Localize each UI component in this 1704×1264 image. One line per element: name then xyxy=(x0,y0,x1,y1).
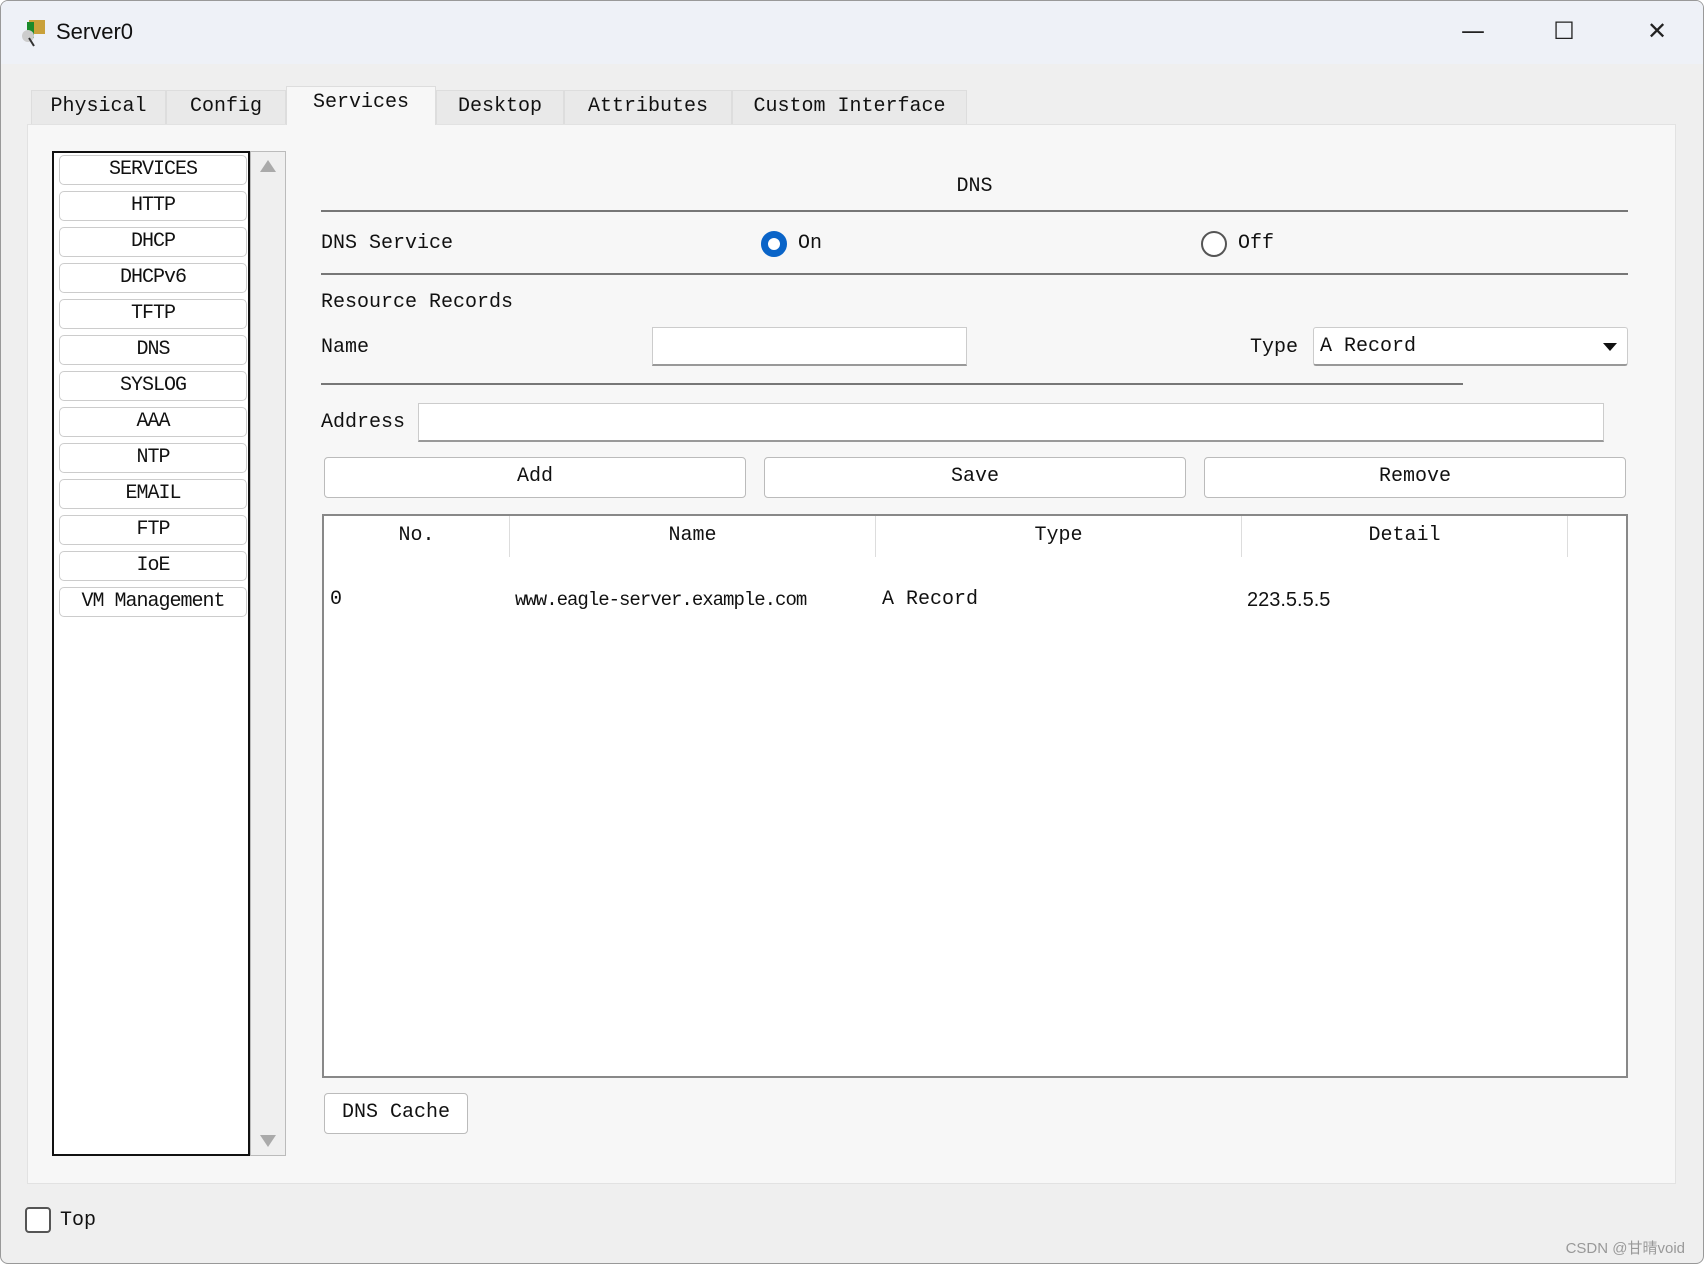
sidebar-item-syslog[interactable]: SYSLOG xyxy=(59,371,247,401)
sidebar-item-aaa[interactable]: AAA xyxy=(59,407,247,437)
sidebar-item-ntp[interactable]: NTP xyxy=(59,443,247,473)
tab-custom-interface[interactable]: Custom Interface xyxy=(732,90,967,124)
name-input[interactable] xyxy=(652,327,967,366)
top-checkbox[interactable] xyxy=(25,1207,51,1233)
sidebar-item-ftp[interactable]: FTP xyxy=(59,515,247,545)
sidebar-item-dhcpv6[interactable]: DHCPv6 xyxy=(59,263,247,293)
title-bar: Server0 — ☐ ✕ xyxy=(1,1,1703,64)
minimize-button[interactable]: — xyxy=(1443,11,1503,51)
sidebar-item-email[interactable]: EMAIL xyxy=(59,479,247,509)
type-label: Type xyxy=(1250,336,1299,359)
maximize-button[interactable]: ☐ xyxy=(1534,11,1594,51)
services-list: SERVICES HTTP DHCP DHCPv6 TFTP DNS SYSLO… xyxy=(52,151,250,1156)
dns-title: DNS xyxy=(956,175,993,198)
type-select[interactable]: A Record xyxy=(1313,327,1628,366)
name-label: Name xyxy=(321,336,370,359)
dns-on-radio[interactable] xyxy=(761,231,787,257)
watermark: CSDN @甘晴void xyxy=(1565,1240,1685,1257)
sidebar-scrollbar[interactable] xyxy=(250,151,286,1156)
close-button[interactable]: ✕ xyxy=(1627,11,1687,51)
sidebar-item-services[interactable]: SERVICES xyxy=(59,155,247,185)
sidebar-item-dns[interactable]: DNS xyxy=(59,335,247,365)
top-label: Top xyxy=(60,1209,97,1232)
server-app-icon xyxy=(22,20,45,47)
scroll-up-arrow-icon[interactable] xyxy=(260,160,276,172)
save-button[interactable]: Save xyxy=(764,457,1186,498)
type-select-value: A Record xyxy=(1320,335,1417,358)
divider xyxy=(321,273,1628,275)
dns-off-radio[interactable] xyxy=(1201,231,1227,257)
cell-detail: 223.5.5.5 xyxy=(1247,589,1331,611)
chevron-down-icon xyxy=(1603,343,1617,351)
column-header-no[interactable]: No. xyxy=(324,516,510,557)
column-header-name[interactable]: Name xyxy=(510,516,876,557)
column-header-type[interactable]: Type xyxy=(876,516,1242,557)
add-button[interactable]: Add xyxy=(324,457,746,498)
dns-records-table: No. Name Type Detail 0 www.eagle-server.… xyxy=(322,514,1628,1078)
sidebar-item-http[interactable]: HTTP xyxy=(59,191,247,221)
dns-off-label: Off xyxy=(1238,232,1275,255)
cell-name: www.eagle-server.example.com xyxy=(515,589,807,611)
tab-physical[interactable]: Physical xyxy=(31,90,166,124)
tab-desktop[interactable]: Desktop xyxy=(436,90,564,124)
dns-on-label: On xyxy=(798,232,823,255)
tab-attributes[interactable]: Attributes xyxy=(564,90,732,124)
tab-services[interactable]: Services xyxy=(286,86,436,125)
tab-config[interactable]: Config xyxy=(166,90,286,124)
divider xyxy=(321,210,1628,212)
address-label: Address xyxy=(321,411,406,434)
sidebar-item-vm-management[interactable]: VM Management xyxy=(59,587,247,617)
sidebar-item-tftp[interactable]: TFTP xyxy=(59,299,247,329)
server-window: Server0 — ☐ ✕ Physical Config Services D… xyxy=(0,0,1704,1264)
column-header-detail[interactable]: Detail xyxy=(1242,516,1568,557)
address-input[interactable] xyxy=(418,403,1604,442)
divider xyxy=(321,383,1463,385)
cell-no: 0 xyxy=(330,588,343,611)
sidebar-item-ioe[interactable]: IoE xyxy=(59,551,247,581)
dns-cache-button[interactable]: DNS Cache xyxy=(324,1093,468,1134)
cell-type: A Record xyxy=(882,588,979,611)
scroll-down-arrow-icon[interactable] xyxy=(260,1135,276,1147)
sidebar-item-dhcp[interactable]: DHCP xyxy=(59,227,247,257)
window-title: Server0 xyxy=(56,19,134,44)
remove-button[interactable]: Remove xyxy=(1204,457,1626,498)
dns-service-label: DNS Service xyxy=(321,232,454,255)
resource-records-label: Resource Records xyxy=(321,291,514,314)
